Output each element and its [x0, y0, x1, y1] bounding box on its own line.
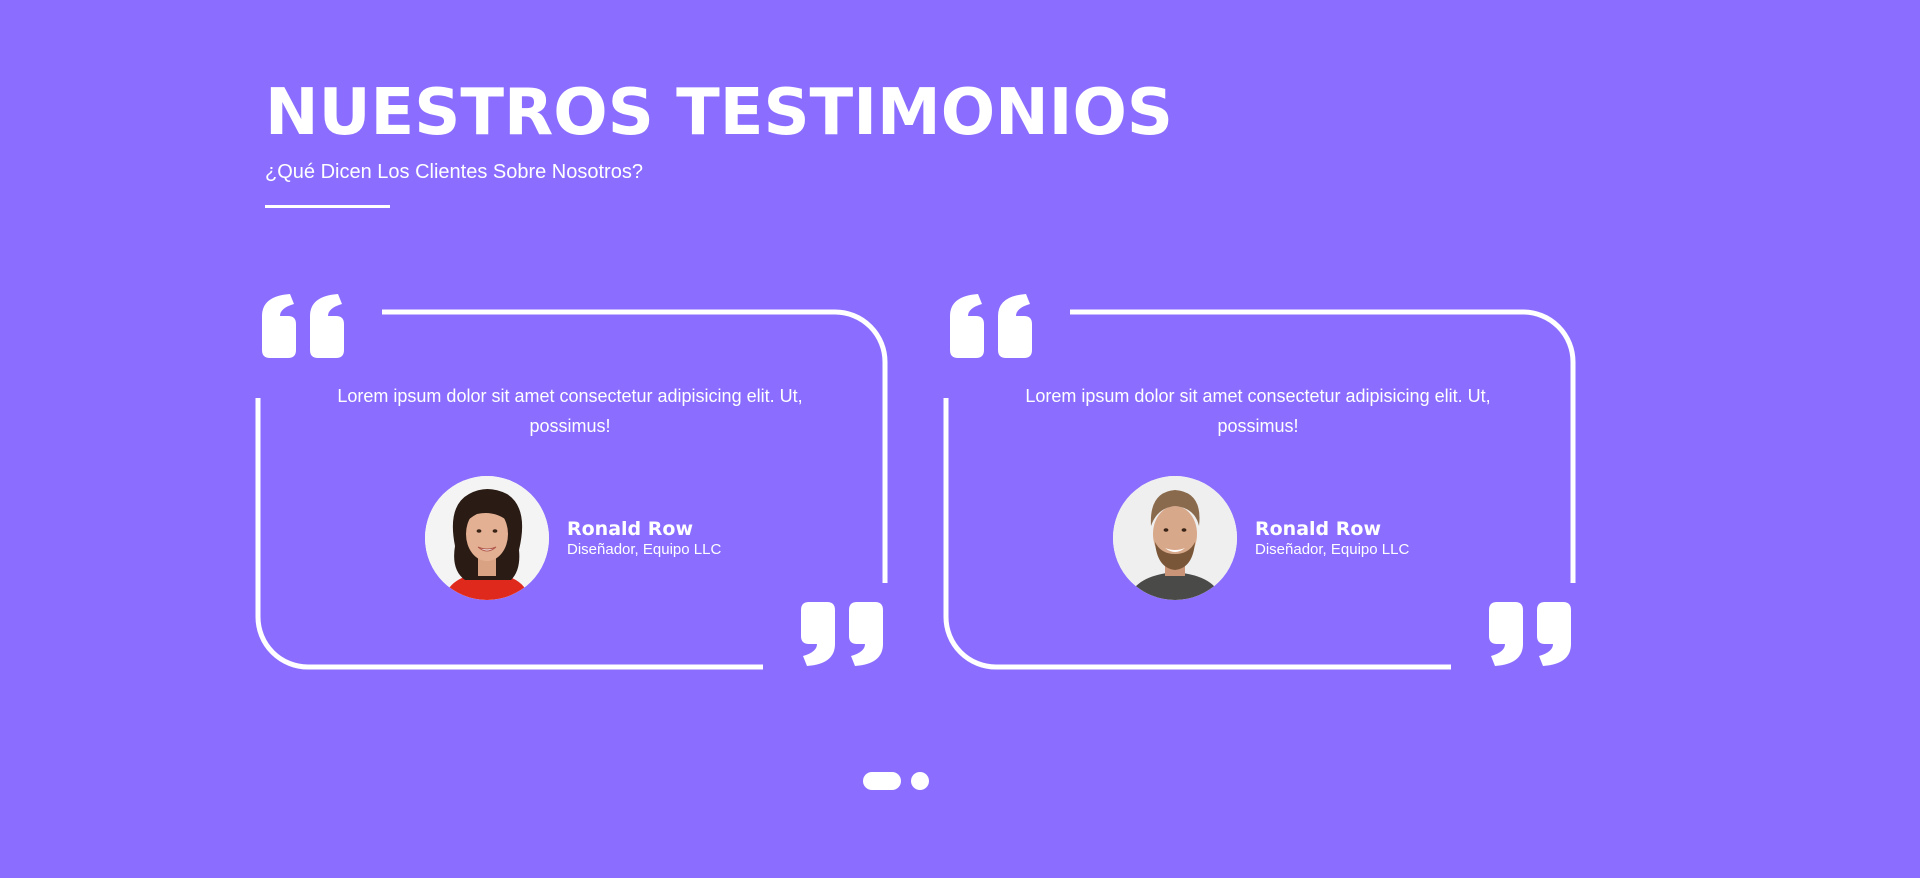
- carousel-pagination: [863, 772, 929, 790]
- quote-open-icon: [950, 294, 1032, 358]
- author-name: Ronald Row: [1255, 517, 1381, 540]
- author-role: Diseñador, Equipo LLC: [1255, 540, 1410, 558]
- quote-open-icon: [262, 294, 344, 358]
- author-info: Ronald Row Diseñador, Equipo LLC: [567, 518, 721, 559]
- title-underline: [265, 205, 390, 208]
- avatar: [425, 476, 549, 600]
- quote-close-icon: [1489, 602, 1571, 666]
- author-info: Ronald Row Diseñador, Equipo LLC: [1255, 518, 1409, 559]
- section-subtitle: ¿Qué Dicen Los Clientes Sobre Nosotros?: [265, 161, 643, 183]
- testimonial-card: Lorem ipsum dolor sit amet consectetur a…: [255, 290, 888, 670]
- avatar: [1113, 476, 1237, 600]
- man-portrait-icon: [1113, 476, 1237, 600]
- testimonial-author: Ronald Row Diseñador, Equipo LLC: [1113, 476, 1409, 600]
- author-role: Diseñador, Equipo LLC: [567, 540, 722, 558]
- author-name: Ronald Row: [567, 517, 693, 540]
- woman-portrait-icon: [425, 476, 549, 600]
- testimonial-text: Lorem ipsum dolor sit amet consectetur a…: [337, 386, 803, 436]
- section-heading: NUESTROS TESTIMONIOS ¿Qué Dicen Los Clie…: [265, 74, 1173, 208]
- testimonial-text: Lorem ipsum dolor sit amet consectetur a…: [1025, 386, 1491, 436]
- quote-close-icon: [801, 602, 883, 666]
- pagination-dot-1[interactable]: [863, 772, 901, 790]
- section-title: NUESTROS TESTIMONIOS: [265, 76, 1173, 150]
- testimonial-author: Ronald Row Diseñador, Equipo LLC: [425, 476, 721, 600]
- testimonials-section: NUESTROS TESTIMONIOS ¿Qué Dicen Los Clie…: [0, 0, 1920, 878]
- pagination-dot-2[interactable]: [911, 772, 929, 790]
- testimonial-card: Lorem ipsum dolor sit amet consectetur a…: [943, 290, 1576, 670]
